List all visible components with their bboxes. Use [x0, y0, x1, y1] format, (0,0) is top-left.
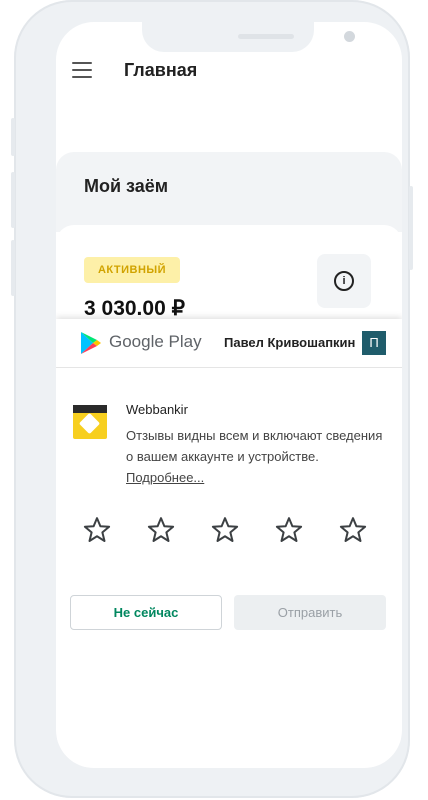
- power-button: [409, 186, 413, 270]
- more-link[interactable]: Подробнее...: [126, 470, 204, 485]
- info-icon: i: [334, 271, 354, 291]
- phone-frame: Главная Мой заём АКТИВНЫЙ i 3 030.00 ₽ G…: [11, 0, 413, 798]
- star-outline-icon[interactable]: [146, 515, 176, 545]
- avatar[interactable]: П: [362, 331, 386, 355]
- screen: Главная Мой заём АКТИВНЫЙ i 3 030.00 ₽ G…: [56, 22, 402, 768]
- star-outline-icon[interactable]: [274, 515, 304, 545]
- hamburger-menu-icon[interactable]: [72, 62, 92, 78]
- review-description: Отзывы видны всем и включают сведения о …: [126, 425, 386, 488]
- app-name: Webbankir: [126, 402, 188, 417]
- store-header: Google Play Павел Кривошапкин П: [56, 319, 402, 368]
- camera-icon: [344, 31, 355, 42]
- star-outline-icon[interactable]: [338, 515, 368, 545]
- star-outline-icon[interactable]: [82, 515, 112, 545]
- section-title: Мой заём: [84, 176, 169, 196]
- info-button[interactable]: i: [317, 254, 371, 308]
- store-name: Google Play: [109, 332, 202, 351]
- star-rating: [82, 515, 382, 545]
- description-text: Отзывы видны всем и включают сведения о …: [126, 428, 383, 464]
- send-button[interactable]: Отправить: [234, 595, 386, 630]
- user-name: Павел Кривошапкин: [224, 335, 356, 350]
- volume-down-button: [11, 240, 15, 296]
- page-title: Главная: [124, 60, 198, 80]
- status-badge: АКТИВНЫЙ: [84, 257, 180, 283]
- notch: [142, 22, 355, 52]
- app-bar: Главная: [56, 56, 402, 92]
- not-now-button[interactable]: Не сейчас: [70, 595, 222, 630]
- loan-amount: 3 030.00 ₽: [84, 297, 185, 320]
- google-play-icon: [81, 332, 101, 354]
- speaker: [238, 34, 294, 39]
- webbankir-app-icon: [73, 405, 107, 439]
- mute-switch: [11, 118, 15, 156]
- review-sheet: Google Play Павел Кривошапкин П Webbanki…: [56, 319, 402, 768]
- star-outline-icon[interactable]: [210, 515, 240, 545]
- volume-up-button: [11, 172, 15, 228]
